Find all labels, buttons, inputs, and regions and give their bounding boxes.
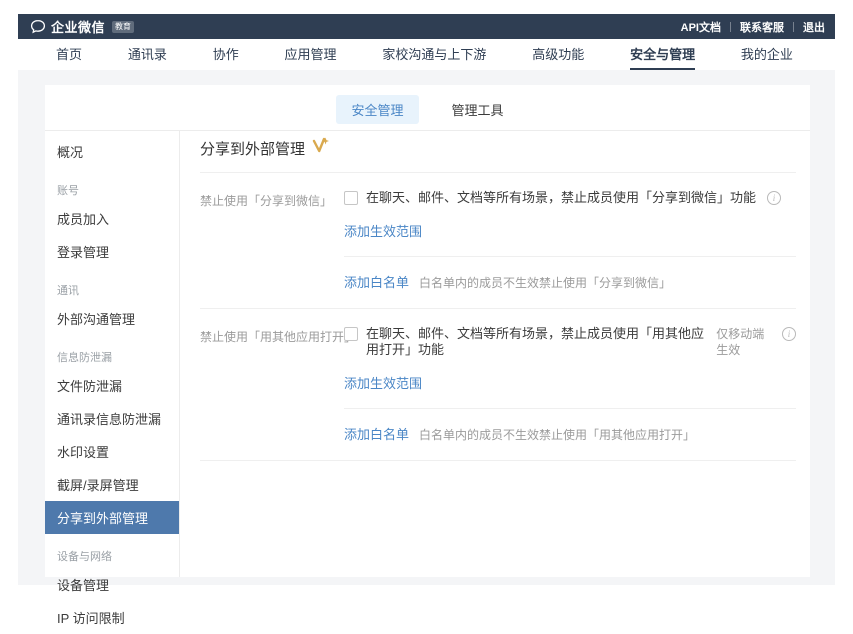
nav-item-security-management[interactable]: 安全与管理 [630,39,695,70]
sidebar-item-external-communication[interactable]: 外部沟通管理 [45,302,179,335]
checkbox-label: 在聊天、邮件、文档等所有场景，禁止成员使用「分享到微信」功能 [366,190,756,206]
sidebar-item-member-join[interactable]: 成员加入 [45,202,179,235]
divider [200,460,796,461]
nav-item-home[interactable]: 首页 [56,39,82,70]
primary-nav: 首页 通讯录 协作 应用管理 家校沟通与上下游 高级功能 安全与管理 我的企业 [0,39,853,70]
share-wechat-check-row: 在聊天、邮件、文档等所有场景，禁止成员使用「分享到微信」功能 i [344,190,796,206]
sub-tabs: 安全管理 管理工具 [45,95,810,124]
nav-item-collaboration[interactable]: 协作 [213,39,239,70]
sidebar-item-overview[interactable]: 概况 [45,135,179,168]
checkbox-suffix: 仅移动端生效 [716,326,776,358]
nav-item-advanced-features[interactable]: 高级功能 [532,39,584,70]
content-card: 安全管理 管理工具 概况 账号 成员加入 登录管理 通讯 外部沟通管理 信息防泄… [45,85,810,577]
sidebar-item-ip-access-restriction[interactable]: IP 访问限制 [45,601,179,634]
whitelist-description: 白名单内的成员不生效禁止使用「用其他应用打开」 [419,426,695,443]
sidebar-item-screenshot-management[interactable]: 截屏/录屏管理 [45,468,179,501]
divider [793,22,794,32]
sidebar-item-login-management[interactable]: 登录管理 [45,235,179,268]
app-title: 企业微信 [51,17,105,36]
add-scope-link[interactable]: 添加生效范围 [344,221,422,240]
topbar-links: API文档 联系客服 退出 [681,19,825,35]
sidebar-item-contacts-leak-prevention[interactable]: 通讯录信息防泄漏 [45,402,179,435]
nav-item-contacts[interactable]: 通讯录 [128,39,167,70]
setting-label: 禁止使用「用其他应用打开」 [200,326,344,443]
tab-security-management[interactable]: 安全管理 [336,95,418,124]
tab-management-tools[interactable]: 管理工具 [437,95,519,124]
sidebar: 概况 账号 成员加入 登录管理 通讯 外部沟通管理 信息防泄漏 文件防泄漏 通讯… [45,131,180,577]
setting-open-with-other-apps: 禁止使用「用其他应用打开」 在聊天、邮件、文档等所有场景，禁止成员使用「用其他应… [200,309,796,443]
app-logo: 企业微信 教育 [30,17,134,36]
divider [344,256,796,257]
sidebar-item-device-management[interactable]: 设备管理 [45,568,179,601]
contact-support-link[interactable]: 联系客服 [740,19,784,35]
sidebar-group-device-network: 设备与网络 [45,534,179,568]
vip-premium-icon [312,137,329,158]
whitelist-row: 添加白名单 白名单内的成员不生效禁止使用「用其他应用打开」 [344,424,796,443]
sidebar-item-watermark-settings[interactable]: 水印设置 [45,435,179,468]
open-other-app-check-row: 在聊天、邮件、文档等所有场景，禁止成员使用「用其他应用打开」功能 仅移动端生效 … [344,326,796,358]
nav-item-school-communication[interactable]: 家校沟通与上下游 [382,39,486,70]
edition-badge: 教育 [112,21,134,33]
divider [344,408,796,409]
setting-label: 禁止使用「分享到微信」 [200,190,344,291]
sidebar-group-account: 账号 [45,168,179,202]
sidebar-item-file-leak-prevention[interactable]: 文件防泄漏 [45,369,179,402]
info-icon[interactable]: i [767,191,781,205]
checkbox-label: 在聊天、邮件、文档等所有场景，禁止成员使用「用其他应用打开」功能 [366,326,711,358]
add-scope-link[interactable]: 添加生效范围 [344,373,422,392]
sidebar-group-communication: 通讯 [45,268,179,302]
main-content: 分享到外部管理 禁止使用「分享到微信」 在聊天、邮件、文档等所有场景，禁止成员使… [181,131,810,577]
sidebar-group-info-leak-prevention: 信息防泄漏 [45,335,179,369]
page-title-row: 分享到外部管理 [200,138,796,159]
whitelist-description: 白名单内的成员不生效禁止使用「分享到微信」 [419,274,671,291]
sidebar-item-share-external-management[interactable]: 分享到外部管理 [45,501,179,534]
open-other-app-checkbox[interactable] [344,327,358,341]
logout-link[interactable]: 退出 [803,19,825,35]
api-docs-link[interactable]: API文档 [681,19,721,35]
top-bar: 企业微信 教育 API文档 联系客服 退出 [18,14,835,39]
add-whitelist-link[interactable]: 添加白名单 [344,272,409,291]
setting-share-to-wechat: 禁止使用「分享到微信」 在聊天、邮件、文档等所有场景，禁止成员使用「分享到微信」… [200,173,796,291]
chat-bubble-icon [30,19,46,34]
share-wechat-checkbox[interactable] [344,191,358,205]
divider [730,22,731,32]
page-title: 分享到外部管理 [200,138,305,159]
nav-item-my-enterprise[interactable]: 我的企业 [741,39,793,70]
info-icon[interactable]: i [782,327,796,341]
nav-item-app-management[interactable]: 应用管理 [285,39,337,70]
add-whitelist-link[interactable]: 添加白名单 [344,424,409,443]
whitelist-row: 添加白名单 白名单内的成员不生效禁止使用「分享到微信」 [344,272,796,291]
